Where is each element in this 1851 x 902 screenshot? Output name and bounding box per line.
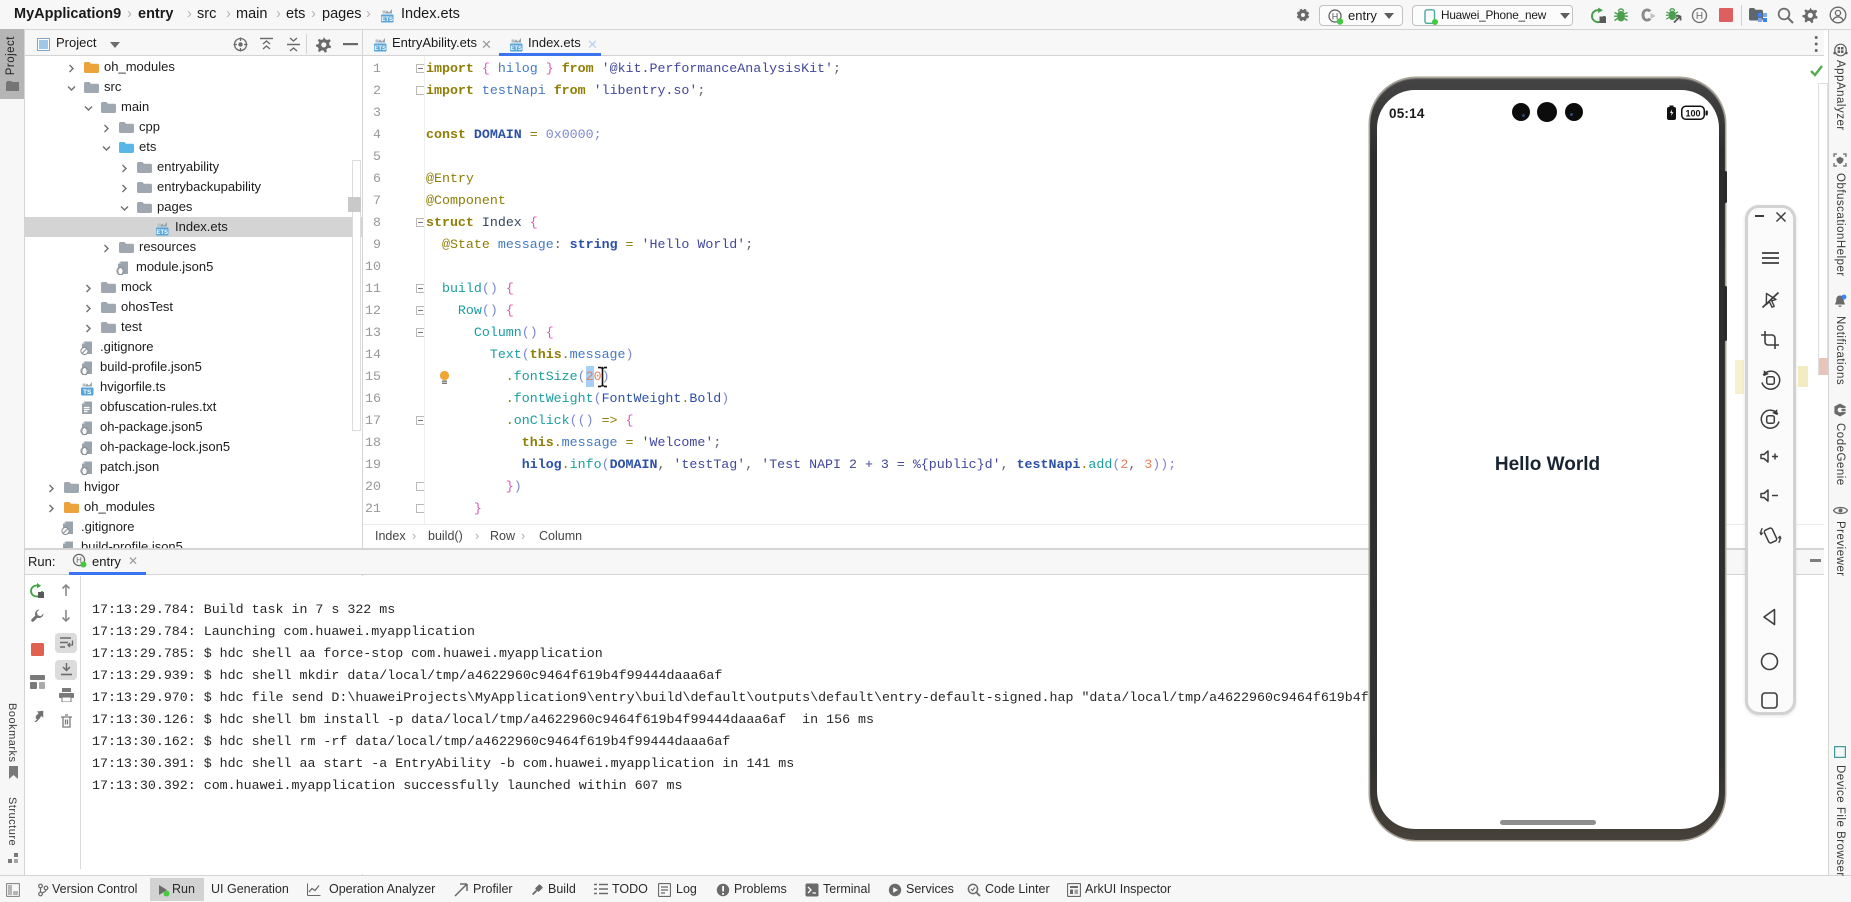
svg-text:{}: {} bbox=[80, 449, 88, 456]
svg-text:TS: TS bbox=[83, 389, 92, 396]
svg-text:{}: {} bbox=[116, 269, 124, 276]
svg-text:{}: {} bbox=[80, 429, 88, 436]
svg-text:ETS: ETS bbox=[381, 17, 393, 23]
svg-text:ETS: ETS bbox=[510, 46, 522, 52]
svg-text:{}: {} bbox=[80, 469, 88, 476]
svg-text:ETS: ETS bbox=[374, 46, 386, 52]
svg-text:ETS: ETS bbox=[156, 230, 168, 236]
svg-text:H: H bbox=[1696, 11, 1703, 22]
svg-text:{}: {} bbox=[80, 369, 88, 376]
svg-text:100: 100 bbox=[1685, 108, 1700, 118]
